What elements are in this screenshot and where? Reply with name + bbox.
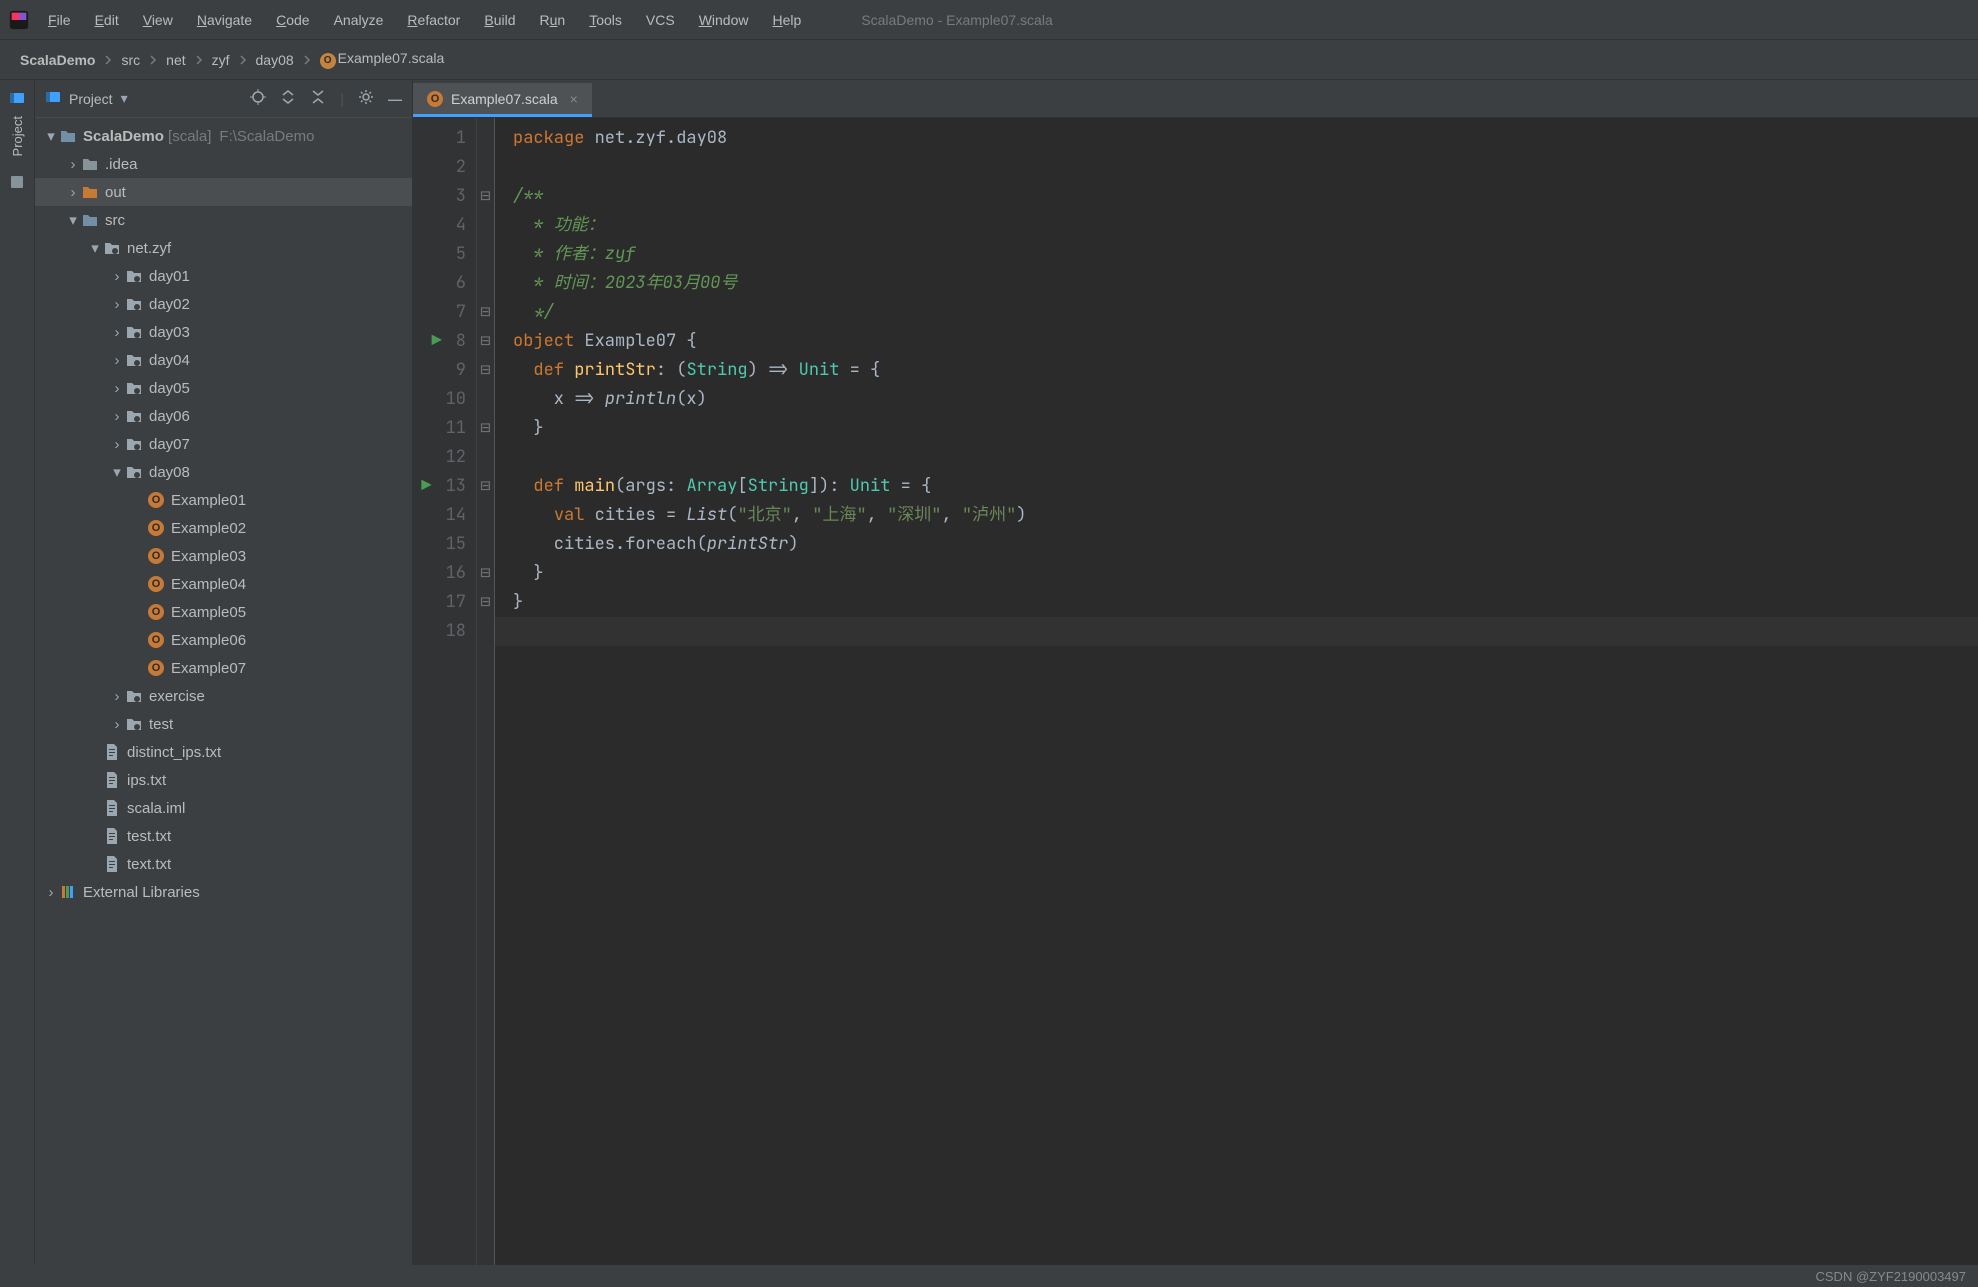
menu-navigate[interactable]: Navigate xyxy=(197,12,252,28)
line-number-gutter: 1234567▶89101112▶131415161718 xyxy=(413,118,477,1265)
menu-analyze[interactable]: Analyze xyxy=(334,12,384,28)
tree-day06[interactable]: ›day06 xyxy=(35,402,412,430)
main-area: Project Project ▾ | — ▾ScalaDemo [scala]… xyxy=(0,80,1978,1265)
tree-Example07[interactable]: OExample07 xyxy=(35,654,412,682)
menu-code[interactable]: Code xyxy=(276,12,309,28)
tree-file[interactable]: ips.txt xyxy=(35,766,412,794)
tree-Example05[interactable]: OExample05 xyxy=(35,598,412,626)
tree-day05[interactable]: ›day05 xyxy=(35,374,412,402)
tree-test[interactable]: ›test xyxy=(35,710,412,738)
tree-Example02[interactable]: OExample02 xyxy=(35,514,412,542)
menu-edit[interactable]: Edit xyxy=(95,12,119,28)
tree-day08[interactable]: ▾day08 xyxy=(35,458,412,486)
tree-idea[interactable]: ›.idea xyxy=(35,150,412,178)
project-panel: Project ▾ | — ▾ScalaDemo [scala]F:\Scala… xyxy=(35,80,413,1265)
breadcrumb-item[interactable]: OExample07.scala xyxy=(320,50,445,69)
tree-file[interactable]: text.txt xyxy=(35,850,412,878)
menu-run[interactable]: Run xyxy=(539,12,565,28)
scala-object-icon: O xyxy=(427,91,443,107)
tree-pkg[interactable]: ▾net.zyf xyxy=(35,234,412,262)
chevron-down-icon[interactable]: ▾ xyxy=(121,90,128,107)
structure-tool-icon[interactable] xyxy=(9,174,25,190)
menu-file[interactable]: File xyxy=(48,12,71,28)
collapse-all-icon[interactable] xyxy=(310,89,326,108)
tree-day02[interactable]: ›day02 xyxy=(35,290,412,318)
chevron-right-icon xyxy=(103,52,113,68)
tree-Example01[interactable]: OExample01 xyxy=(35,486,412,514)
project-panel-header: Project ▾ | — xyxy=(35,80,412,118)
chevron-right-icon xyxy=(238,52,248,68)
tree-Example04[interactable]: OExample04 xyxy=(35,570,412,598)
watermark: CSDN @ZYF2190003497 xyxy=(1804,1265,1978,1287)
project-view-icon xyxy=(45,89,61,108)
breadcrumb-item[interactable]: src xyxy=(121,52,140,68)
menu-window[interactable]: Window xyxy=(699,12,749,28)
expand-all-icon[interactable] xyxy=(280,89,296,108)
chevron-right-icon xyxy=(194,52,204,68)
tree-src[interactable]: ▾src xyxy=(35,206,412,234)
menu-view[interactable]: View xyxy=(143,12,173,28)
editor-tab[interactable]: O Example07.scala × xyxy=(413,83,592,117)
tree-extlib[interactable]: ›External Libraries xyxy=(35,878,412,906)
tree-root[interactable]: ▾ScalaDemo [scala]F:\ScalaDemo xyxy=(35,122,412,150)
tree-exercise[interactable]: ›exercise xyxy=(35,682,412,710)
project-tree[interactable]: ▾ScalaDemo [scala]F:\ScalaDemo›.idea›out… xyxy=(35,118,412,1265)
chevron-right-icon xyxy=(302,52,312,68)
tool-stripe-left: Project xyxy=(0,80,35,1265)
tab-label: Example07.scala xyxy=(451,91,558,107)
tree-file[interactable]: scala.iml xyxy=(35,794,412,822)
breadcrumb-item[interactable]: net xyxy=(166,52,185,68)
ide-logo-icon xyxy=(8,9,30,31)
tree-Example06[interactable]: OExample06 xyxy=(35,626,412,654)
locate-icon[interactable] xyxy=(250,89,266,108)
breadcrumb-item[interactable]: zyf xyxy=(212,52,230,68)
tree-out[interactable]: ›out xyxy=(35,178,412,206)
tree-day01[interactable]: ›day01 xyxy=(35,262,412,290)
breadcrumb-item[interactable]: ScalaDemo xyxy=(20,52,95,68)
code-content[interactable]: package net.zyf.day08 /** * 功能： * 作者：zyf… xyxy=(495,118,1978,1265)
breadcrumb-bar: ScalaDemo src net zyf day08 OExample07.scala xyxy=(0,40,1978,80)
panel-title: Project xyxy=(69,91,113,107)
tree-day07[interactable]: ›day07 xyxy=(35,430,412,458)
chevron-right-icon xyxy=(148,52,158,68)
editor-tab-bar: O Example07.scala × xyxy=(413,80,1978,118)
editor-area: O Example07.scala × 1234567▶89101112▶131… xyxy=(413,80,1978,1265)
menu-vcs[interactable]: VCS xyxy=(646,12,675,28)
menu-refactor[interactable]: Refactor xyxy=(407,12,460,28)
code-editor[interactable]: 1234567▶89101112▶131415161718 ⊟ ⊟⊟⊟ ⊟ ⊟ … xyxy=(413,118,1978,1265)
menu-bar: File Edit View Navigate Code Analyze Refactor B… xyxy=(0,0,1978,40)
hide-icon[interactable]: — xyxy=(388,91,402,107)
fold-gutter[interactable]: ⊟ ⊟⊟⊟ ⊟ ⊟ ⊟⊟ xyxy=(477,118,495,1265)
close-icon[interactable]: × xyxy=(570,91,578,107)
tree-day04[interactable]: ›day04 xyxy=(35,346,412,374)
project-tool-button[interactable]: Project xyxy=(9,90,25,156)
tree-day03[interactable]: ›day03 xyxy=(35,318,412,346)
tree-file[interactable]: test.txt xyxy=(35,822,412,850)
tree-Example03[interactable]: OExample03 xyxy=(35,542,412,570)
menu-tools[interactable]: Tools xyxy=(589,12,622,28)
menu-items: File Edit View Navigate Code Analyze Refactor B… xyxy=(48,12,801,28)
tree-file[interactable]: distinct_ips.txt xyxy=(35,738,412,766)
window-title: ScalaDemo - Example07.scala xyxy=(861,12,1052,28)
menu-build[interactable]: Build xyxy=(484,12,515,28)
gear-icon[interactable] xyxy=(358,89,374,108)
menu-help[interactable]: Help xyxy=(773,12,802,28)
breadcrumb-item[interactable]: day08 xyxy=(256,52,294,68)
